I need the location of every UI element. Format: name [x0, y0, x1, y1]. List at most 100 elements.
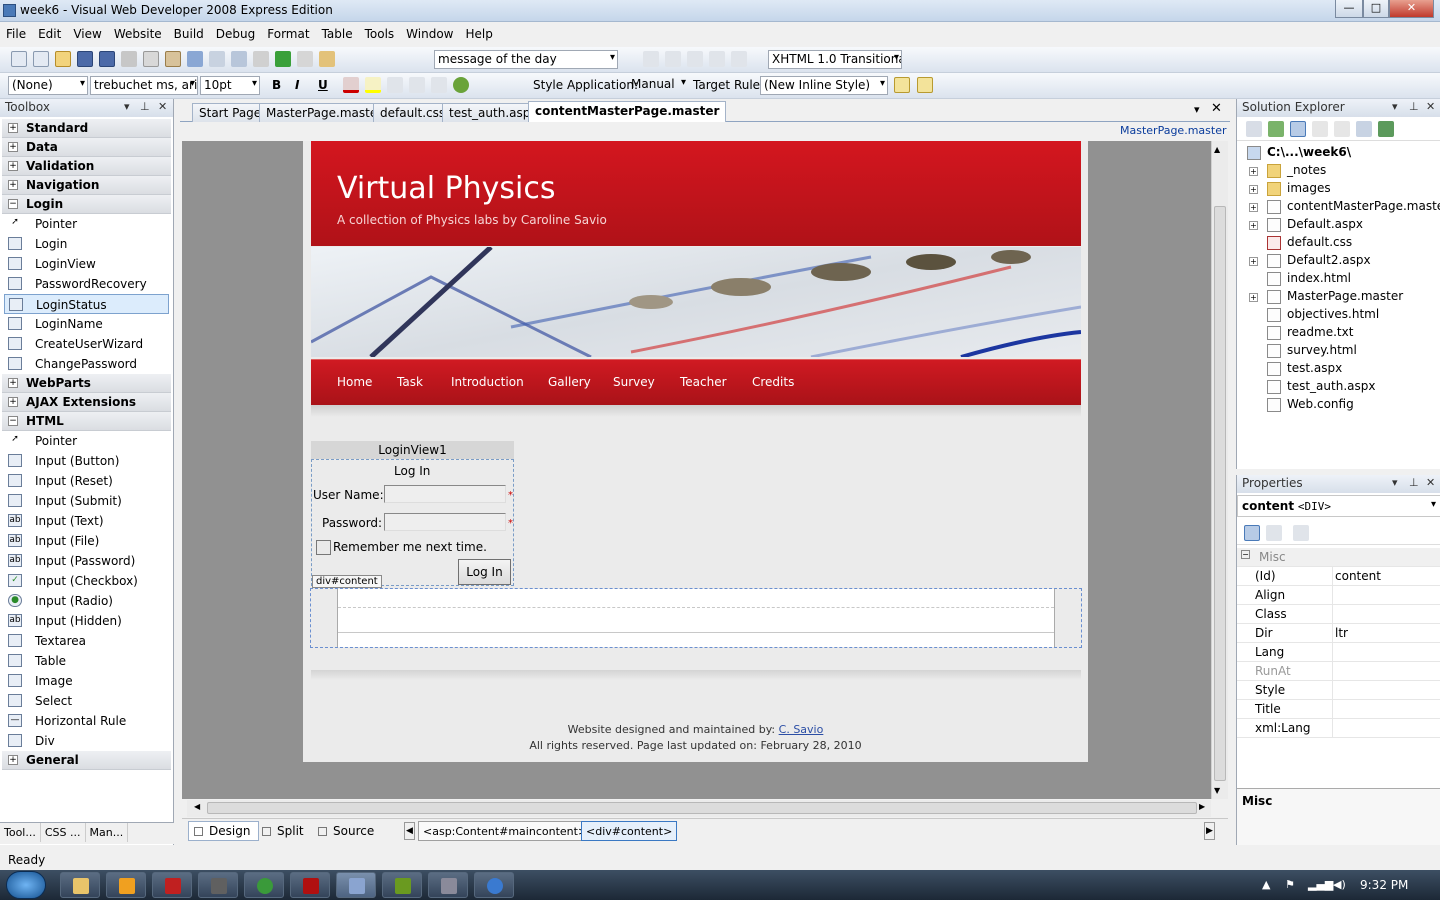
properties-icon[interactable]	[1246, 121, 1262, 137]
menu-help[interactable]: Help	[459, 24, 498, 41]
tool-horizontal-rule[interactable]: — Horizontal Rule	[4, 711, 169, 731]
nest-files-icon[interactable]	[1290, 121, 1306, 137]
category-login[interactable]: − Login	[2, 195, 171, 214]
font-name-combo[interactable]: trebuchet ms, ari	[90, 76, 198, 95]
tool-textarea[interactable]: Textarea	[4, 631, 169, 651]
visual-web-developer-task[interactable]	[336, 872, 376, 898]
dreamweaver-task[interactable]	[382, 872, 422, 898]
pin-icon[interactable]: ⊥	[140, 100, 150, 113]
refresh-icon[interactable]	[1268, 121, 1284, 137]
minimize-button[interactable]: —	[1335, 0, 1363, 18]
category-standard[interactable]: + Standard	[2, 119, 171, 138]
dropdown-icon[interactable]: ▾	[124, 100, 130, 113]
tool-loginview[interactable]: LoginView	[4, 254, 169, 274]
comment-icon[interactable]	[731, 51, 747, 67]
tab-start-page[interactable]: Start Page	[192, 103, 269, 122]
loginview-control[interactable]: LoginView1 Log In User Name: * Password:…	[311, 441, 514, 589]
close-icon[interactable]: ✕	[158, 100, 167, 113]
start-button[interactable]	[6, 871, 46, 899]
username-input[interactable]	[384, 485, 506, 503]
login-button[interactable]: Log In	[458, 559, 511, 585]
block-format-combo[interactable]: (None)	[8, 76, 88, 95]
volume-icon[interactable]: ◀)	[1333, 878, 1346, 891]
se-item-contentmasterpage[interactable]: + contentMasterPage.master	[1237, 199, 1440, 217]
tool-table[interactable]: Table	[4, 651, 169, 671]
ie-task[interactable]	[474, 872, 514, 898]
tool-div[interactable]: Div	[4, 731, 169, 751]
property-row[interactable]: Lang	[1237, 643, 1440, 662]
tab-masterpage[interactable]: MasterPage.master	[259, 103, 390, 122]
undo-icon[interactable]	[187, 51, 203, 67]
remember-checkbox[interactable]	[316, 540, 331, 555]
property-pages-icon[interactable]	[1293, 525, 1309, 541]
publish-icon[interactable]	[253, 51, 269, 67]
add-item-icon[interactable]	[33, 51, 49, 67]
align-icon[interactable]	[687, 51, 703, 67]
tab-manage-styles[interactable]: Man...	[86, 823, 129, 842]
tab-list-icon[interactable]: ▾	[1194, 103, 1200, 116]
tool-pointer[interactable]: ➚ Pointer	[4, 214, 169, 234]
tool-input-hidden[interactable]: ab Input (Hidden)	[4, 611, 169, 631]
property-value[interactable]: ltr	[1335, 626, 1348, 640]
se-item-default2-aspx[interactable]: + Default2.aspx	[1237, 253, 1440, 271]
close-icon[interactable]: ✕	[1426, 100, 1435, 113]
menu-debug[interactable]: Debug	[210, 24, 261, 41]
design-vertical-scrollbar[interactable]: ▲ ▼	[1211, 141, 1228, 799]
menu-build[interactable]: Build	[168, 24, 210, 41]
navigate-icon[interactable]	[231, 51, 247, 67]
asp-config-icon[interactable]	[1378, 121, 1394, 137]
breadcrumb-div[interactable]: <div#content>	[581, 821, 678, 841]
paste-icon[interactable]	[165, 51, 181, 67]
design-horizontal-scrollbar[interactable]: ◀ ▶	[187, 800, 1211, 817]
tool-html-pointer[interactable]: ➚ Pointer	[4, 431, 169, 451]
close-document-icon[interactable]: ✕	[1211, 101, 1222, 116]
se-item-index-html[interactable]: index.html	[1237, 271, 1440, 289]
style-application-combo[interactable]: Manual	[628, 76, 688, 95]
alphabetical-icon[interactable]	[1266, 525, 1282, 541]
property-row[interactable]: RunAt	[1237, 662, 1440, 681]
view-browser-icon[interactable]	[297, 51, 313, 67]
scroll-up-icon[interactable]: ▲	[1214, 145, 1220, 154]
category-webparts[interactable]: + WebParts	[2, 374, 171, 393]
object-selector[interactable]: content <DIV> ▾	[1237, 495, 1440, 517]
se-item-masterpage[interactable]: + MasterPage.master	[1237, 289, 1440, 307]
nav-introduction[interactable]: Introduction	[451, 375, 524, 389]
show-overlay-icon[interactable]	[917, 77, 933, 93]
numbered-list-icon[interactable]	[431, 77, 447, 93]
menu-tools[interactable]: Tools	[359, 24, 401, 41]
redo-icon[interactable]	[209, 51, 225, 67]
media-task[interactable]	[106, 872, 146, 898]
password-input[interactable]	[384, 513, 506, 531]
nav-home[interactable]: Home	[337, 375, 372, 389]
property-category-misc[interactable]: − Misc	[1237, 548, 1440, 567]
category-html[interactable]: − HTML	[2, 412, 171, 431]
collapse-icon[interactable]: −	[1241, 550, 1250, 559]
explorer-task[interactable]	[60, 872, 100, 898]
new-project-icon[interactable]	[11, 51, 27, 67]
acrobat-task[interactable]	[290, 872, 330, 898]
categorized-icon[interactable]	[1244, 525, 1260, 541]
crumb-right-icon[interactable]: ▶	[1204, 822, 1215, 840]
se-item-default-css[interactable]: default.css	[1237, 235, 1440, 253]
expand-icon[interactable]: +	[1249, 167, 1258, 176]
tool-passwordrecovery[interactable]: PasswordRecovery	[4, 274, 169, 294]
category-validation[interactable]: + Validation	[2, 157, 171, 176]
scroll-right-icon[interactable]: ▶	[1199, 802, 1205, 811]
app2-task[interactable]	[428, 872, 468, 898]
maximize-button[interactable]: □	[1363, 0, 1389, 18]
expand-icon[interactable]: +	[1249, 203, 1258, 212]
menu-table[interactable]: Table	[316, 24, 359, 41]
filezilla-task[interactable]	[152, 872, 192, 898]
se-item-notes[interactable]: + _notes	[1237, 163, 1440, 181]
nav-survey[interactable]: Survey	[613, 375, 655, 389]
tab-default-css[interactable]: default.css	[373, 103, 453, 122]
category-navigation[interactable]: + Navigation	[2, 176, 171, 195]
format-icon[interactable]	[709, 51, 725, 67]
tool-input-reset[interactable]: Input (Reset)	[4, 471, 169, 491]
back-color-icon[interactable]	[365, 77, 381, 93]
breadcrumb-content[interactable]: <asp:Content#maincontent>	[418, 821, 593, 841]
underline-button[interactable]: U	[318, 78, 328, 92]
scroll-left-icon[interactable]: ◀	[194, 802, 200, 811]
tool-image[interactable]: Image	[4, 671, 169, 691]
vertical-scroll-thumb[interactable]	[1214, 206, 1226, 781]
